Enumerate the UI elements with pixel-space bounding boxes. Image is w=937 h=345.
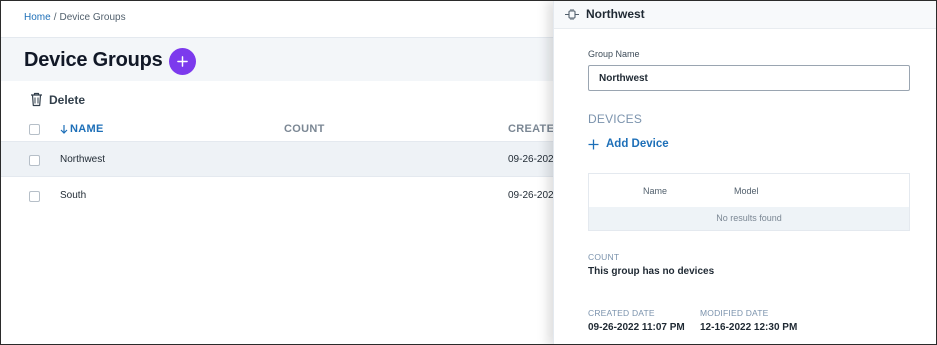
count-label: COUNT — [588, 252, 620, 262]
devices-empty-state: No results found — [589, 207, 909, 230]
table-header: NAME COUNT CREATED — [1, 117, 562, 141]
column-header-name-label: NAME — [70, 123, 104, 135]
devices-table-header: Name Model — [589, 174, 909, 207]
select-all-checkbox[interactable] — [29, 124, 40, 135]
created-date-value: 09-26-2022 11:07 PM — [588, 322, 685, 333]
plus-icon — [588, 139, 599, 149]
count-value: This group has no devices — [588, 266, 715, 277]
app-frame: Home / Device Groups Device Groups Delete … — [0, 0, 937, 345]
panel-header: Northwest — [554, 1, 936, 29]
modified-date-label: MODIFIED DATE — [700, 308, 769, 318]
panel-title: Northwest — [586, 7, 645, 21]
device-groups-list-view: Home / Device Groups Device Groups Delete … — [1, 1, 562, 344]
breadcrumb-home-link[interactable]: Home — [24, 12, 51, 23]
devices-column-name[interactable]: Name — [643, 186, 667, 196]
column-header-name[interactable]: NAME — [60, 123, 104, 135]
row-checkbox[interactable] — [29, 191, 40, 202]
row-checkbox[interactable] — [29, 155, 40, 166]
devices-column-model[interactable]: Model — [734, 186, 759, 196]
page-title: Device Groups — [24, 49, 163, 71]
sort-down-arrow-icon — [60, 125, 68, 134]
created-date-label: CREATED DATE — [588, 308, 655, 318]
plus-icon — [177, 56, 188, 67]
row-name: South — [60, 190, 87, 201]
breadcrumb-current: Device Groups — [59, 12, 126, 23]
modified-date-value: 12-16-2022 12:30 PM — [700, 322, 798, 333]
column-header-count[interactable]: COUNT — [284, 123, 325, 135]
delete-label: Delete — [49, 92, 86, 107]
devices-heading: DEVICES — [588, 112, 643, 126]
group-name-input[interactable] — [588, 65, 910, 91]
page-title-bar: Device Groups — [1, 37, 553, 81]
device-group-detail-panel: Northwest Group Name DEVICES Add Device … — [553, 1, 936, 344]
row-created: 09-26-2022 — [508, 154, 560, 165]
breadcrumb: Home / Device Groups — [24, 12, 126, 23]
trash-icon — [31, 92, 42, 107]
table-row[interactable]: Northwest 09-26-2022 — [1, 141, 559, 177]
devices-table: Name Model No results found — [588, 173, 910, 231]
add-device-label: Add Device — [606, 138, 669, 150]
breadcrumb-separator: / — [53, 12, 57, 23]
row-created: 09-26-2022 — [508, 190, 560, 201]
row-name: Northwest — [60, 154, 106, 165]
group-name-label: Group Name — [588, 49, 640, 59]
table-row[interactable]: South 09-26-2022 — [1, 178, 559, 214]
add-device-button[interactable]: Add Device — [588, 138, 669, 150]
delete-button[interactable]: Delete — [30, 92, 85, 107]
add-device-group-button[interactable] — [169, 48, 196, 75]
device-group-icon — [565, 9, 579, 20]
